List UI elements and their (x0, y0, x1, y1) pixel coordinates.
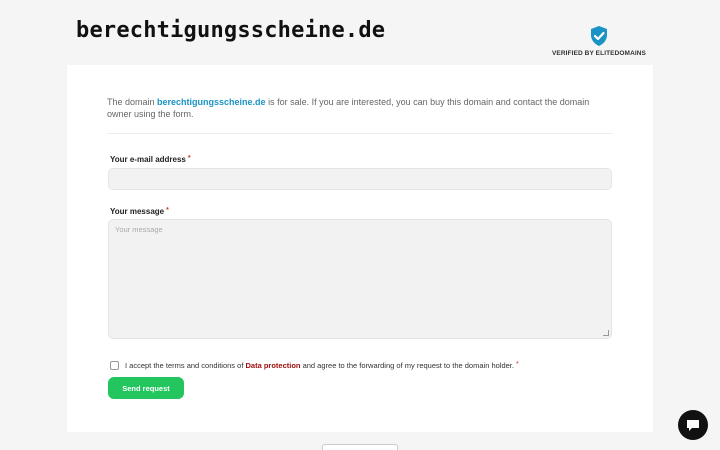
footer-tab[interactable] (322, 444, 398, 450)
message-placeholder: Your message (115, 225, 163, 234)
chat-button[interactable] (678, 410, 708, 440)
email-field[interactable] (108, 168, 612, 190)
message-label-text: Your message (110, 207, 165, 216)
shield-check-icon (590, 26, 607, 46)
message-label: Your message * (110, 207, 169, 216)
divider (107, 133, 613, 134)
resize-handle[interactable] (603, 330, 609, 336)
chat-bubble-icon (687, 419, 699, 431)
terms-checkbox[interactable] (110, 361, 119, 370)
terms-suffix: and agree to the forwarding of my reques… (300, 361, 514, 370)
required-mark: * (515, 361, 519, 368)
email-label-text: Your e-mail address (110, 155, 186, 164)
verified-badge: VERIFIED BY ELITEDOMAINS (552, 26, 646, 57)
contact-card: The domain berechtigungsscheine.de is fo… (67, 65, 653, 432)
email-label: Your e-mail address * (110, 155, 191, 164)
required-mark: * (166, 207, 169, 214)
terms-prefix: I accept the terms and conditions of (125, 361, 246, 370)
data-protection-link[interactable]: Data protection (245, 361, 300, 370)
message-field[interactable]: Your message (108, 219, 612, 339)
intro-prefix: The domain (107, 97, 158, 107)
required-mark: * (187, 155, 191, 162)
domain-title: berechtigungsscheine.de (76, 18, 386, 43)
intro-text: The domain berechtigungsscheine.de is fo… (107, 96, 607, 120)
verified-label: VERIFIED BY ELITEDOMAINS (551, 50, 646, 57)
terms-label: I accept the terms and conditions of Dat… (125, 361, 519, 370)
domain-link[interactable]: berechtigungsscheine.de (157, 97, 266, 107)
send-request-button[interactable]: Send request (108, 377, 184, 399)
